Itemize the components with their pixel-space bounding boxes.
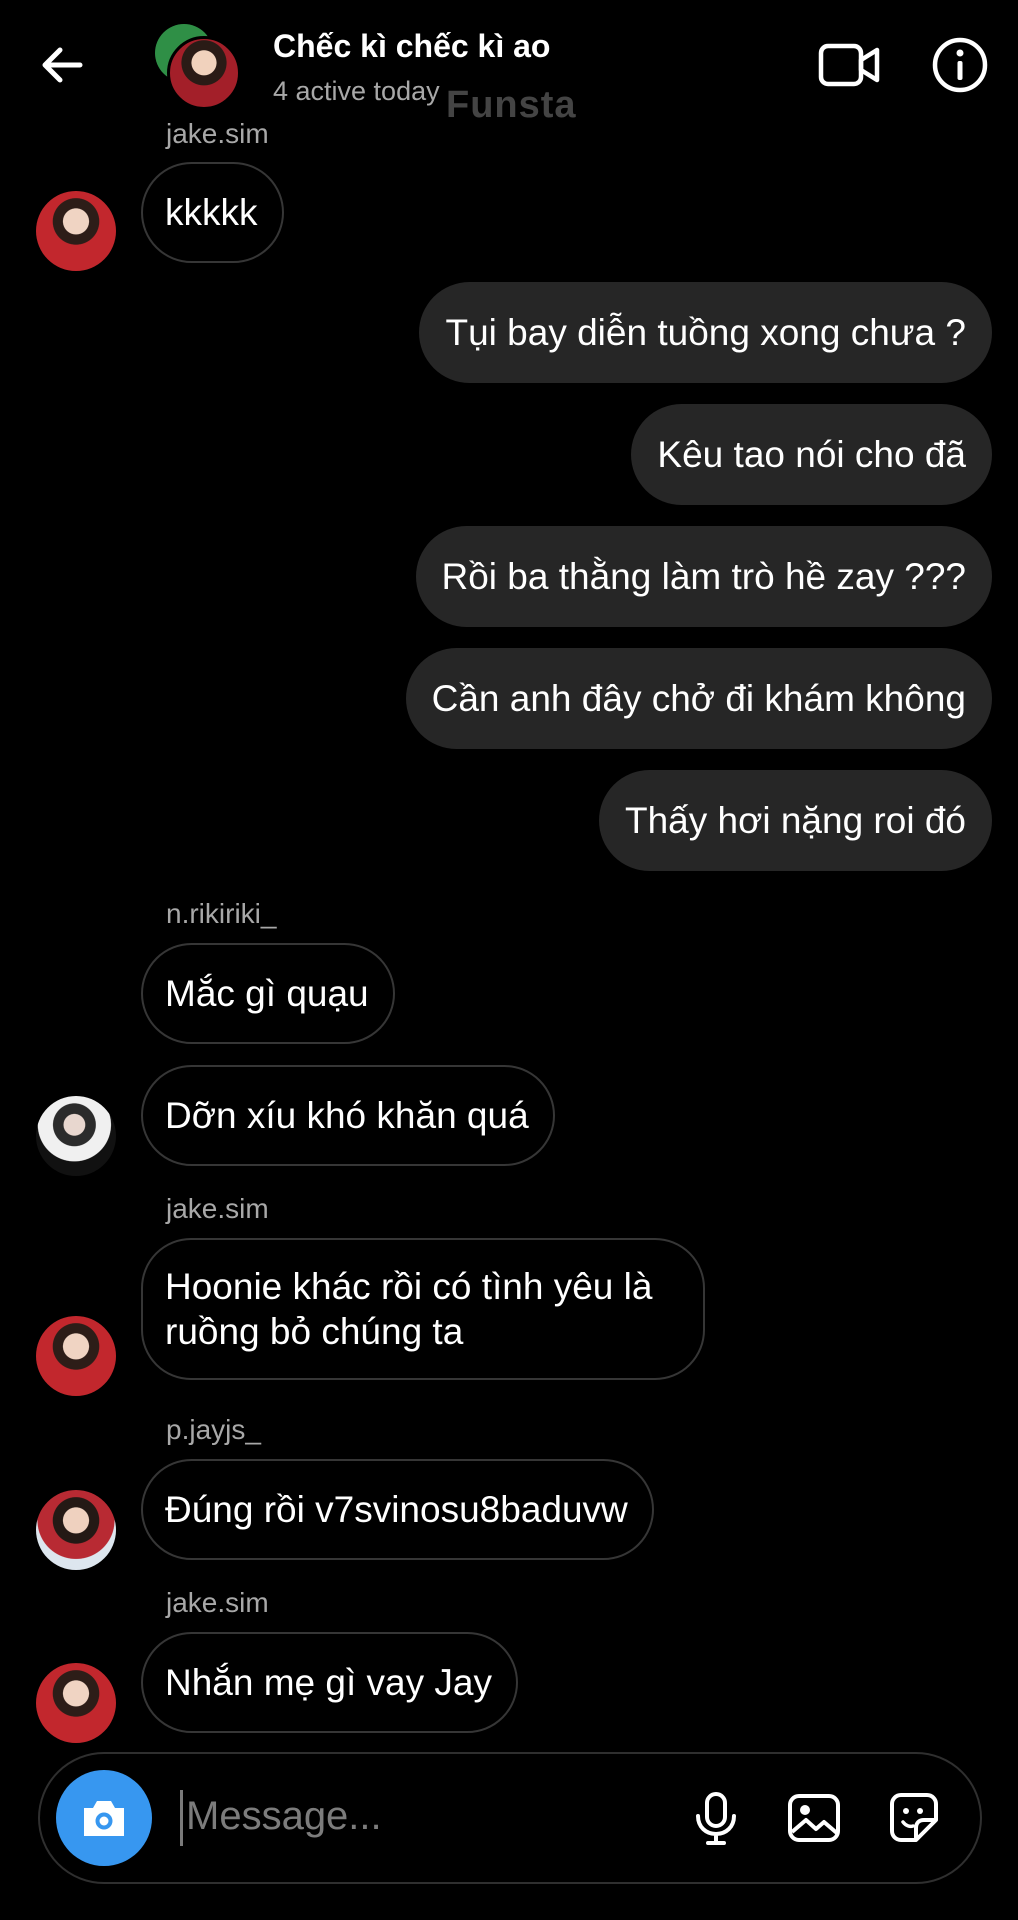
message-composer	[38, 1752, 982, 1884]
incoming-message[interactable]: Đúng rồi v7svinosu8baduvw	[141, 1459, 654, 1560]
incoming-message[interactable]: Dỡn xíu khó khăn quá	[141, 1065, 555, 1166]
outgoing-message[interactable]: Rồi ba thằng làm trò hề zay ???	[415, 526, 992, 627]
incoming-message[interactable]: Mắc gì quạu	[141, 943, 395, 1044]
sender-name: p.jayjs_	[166, 1414, 261, 1445]
chat-title[interactable]: Chếc kì chếc kì ao	[273, 28, 550, 65]
sender-name: n.rikiriki_	[166, 898, 277, 929]
back-arrow-icon[interactable]	[36, 38, 90, 92]
microphone-icon[interactable]	[686, 1788, 746, 1848]
outgoing-message[interactable]: Kêu tao nói cho đã	[631, 404, 992, 505]
outgoing-message[interactable]: Tụi bay diễn tuồng xong chưa ?	[419, 282, 992, 383]
watermark: Funsta	[446, 84, 577, 126]
image-icon[interactable]	[784, 1788, 844, 1848]
avatar[interactable]	[36, 1663, 116, 1743]
avatar[interactable]	[36, 1096, 116, 1176]
incoming-message[interactable]: Hoonie khác rồi có tình yêu là ruồng bỏ …	[141, 1238, 705, 1380]
outgoing-message[interactable]: Thấy hơi nặng roi đó	[598, 770, 992, 871]
camera-button[interactable]	[56, 1770, 152, 1866]
camera-icon	[84, 1801, 124, 1836]
sticker-icon[interactable]	[884, 1788, 944, 1848]
avatar[interactable]	[36, 1490, 116, 1570]
incoming-message[interactable]: Nhắn mẹ gì vay Jay	[141, 1632, 518, 1733]
message-input[interactable]	[186, 1786, 706, 1846]
group-avatar[interactable]	[155, 24, 241, 110]
sender-name: jake.sim	[166, 118, 269, 149]
avatar[interactable]	[36, 191, 116, 271]
info-icon[interactable]	[925, 30, 995, 100]
sender-name: jake.sim	[166, 1587, 269, 1618]
active-status: 4 active today	[273, 76, 440, 106]
group-avatar-front	[167, 36, 241, 110]
video-call-icon[interactable]	[815, 30, 885, 100]
chat-header: Chếc kì chếc kì ao 4 active today Funsta	[0, 0, 1018, 130]
sender-name: jake.sim	[166, 1193, 269, 1224]
outgoing-message[interactable]: Cần anh đây chở đi khám không	[405, 648, 992, 749]
text-cursor	[180, 1790, 183, 1846]
incoming-message[interactable]: kkkkk	[141, 162, 284, 263]
avatar[interactable]	[36, 1316, 116, 1396]
